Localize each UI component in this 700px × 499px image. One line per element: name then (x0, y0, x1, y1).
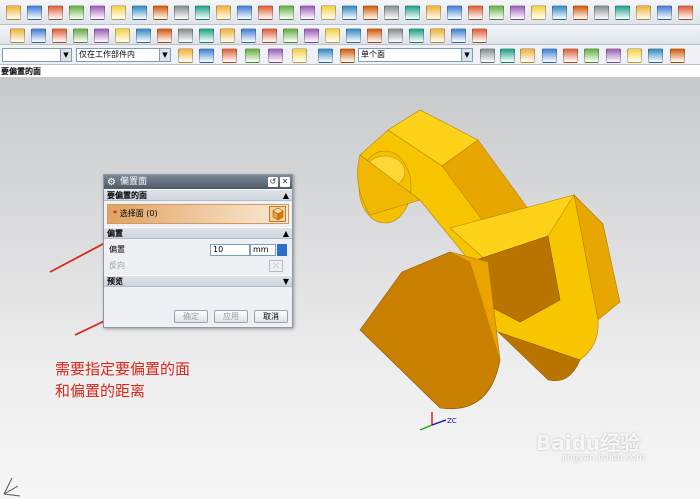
ok-button[interactable]: 确定 (174, 310, 208, 323)
watermark-url: jingyan.baidu.com (562, 453, 646, 463)
annotation-line-1: 需要指定要偏置的面 (55, 360, 191, 378)
dialog-title: 偏置面 (120, 177, 148, 187)
reverse-direction-icon[interactable]: ⤫ (269, 260, 283, 272)
reverse-row: 反向 ⤫ (104, 258, 292, 274)
select-face-row[interactable]: * 选择面 (0) (107, 204, 289, 224)
cancel-button[interactable]: 取消 (254, 310, 288, 323)
gear-icon[interactable]: ⚙ (107, 176, 116, 190)
coordinate-triad (419, 412, 447, 431)
faces-section-header[interactable]: 要偏置的面 ▲ (104, 189, 292, 201)
select-face-label: 选择面 (0) (119, 209, 158, 218)
annotation-line-2: 和偏置的距离 (55, 382, 146, 400)
watermark: Baidu经验 jingyan.baidu.com (536, 427, 666, 467)
reset-icon[interactable]: ↺ (268, 177, 278, 187)
chevron-down-icon: ▼ (282, 277, 289, 286)
select-face-button[interactable] (269, 206, 286, 222)
close-icon[interactable]: ✕ (280, 177, 290, 187)
faces-section-label: 要偏置的面 (107, 191, 147, 200)
chevron-up-icon: ▲ (282, 229, 289, 238)
offset-section-label: 偏置 (107, 229, 123, 238)
watermark-brand: Baidu经验 (536, 431, 641, 455)
offset-section-header[interactable]: 偏置 ▲ (104, 227, 292, 239)
annotation-text: 需要指定要偏置的面 和偏置的距离 (55, 358, 255, 402)
chevron-up-icon: ▲ (282, 191, 289, 200)
offset-label: 偏置 (109, 245, 125, 254)
zc-label: ZC (447, 417, 457, 425)
dialog-titlebar: ⚙ 偏置面 ↺ ✕ (104, 175, 292, 189)
unit-select[interactable]: mm (250, 244, 276, 256)
required-star-icon: * (113, 209, 118, 218)
unit-dropdown-icon[interactable] (277, 244, 287, 256)
offset-row: 偏置 10 mm (104, 242, 292, 258)
preview-section-header[interactable]: 预览 ▼ (104, 275, 292, 287)
reverse-label: 反向 (109, 261, 125, 270)
apply-button[interactable]: 应用 (214, 310, 248, 323)
offset-input[interactable]: 10 (210, 244, 250, 256)
part-model[interactable] (357, 109, 621, 410)
preview-section-label: 预览 (107, 277, 123, 286)
cube-icon (272, 207, 284, 221)
offset-face-dialog: ⚙ 偏置面 ↺ ✕ 要偏置的面 ▲ * 选择面 (0) 偏置 ▲ 偏置 10 m… (103, 174, 293, 328)
view-triad-icon (3, 477, 21, 497)
